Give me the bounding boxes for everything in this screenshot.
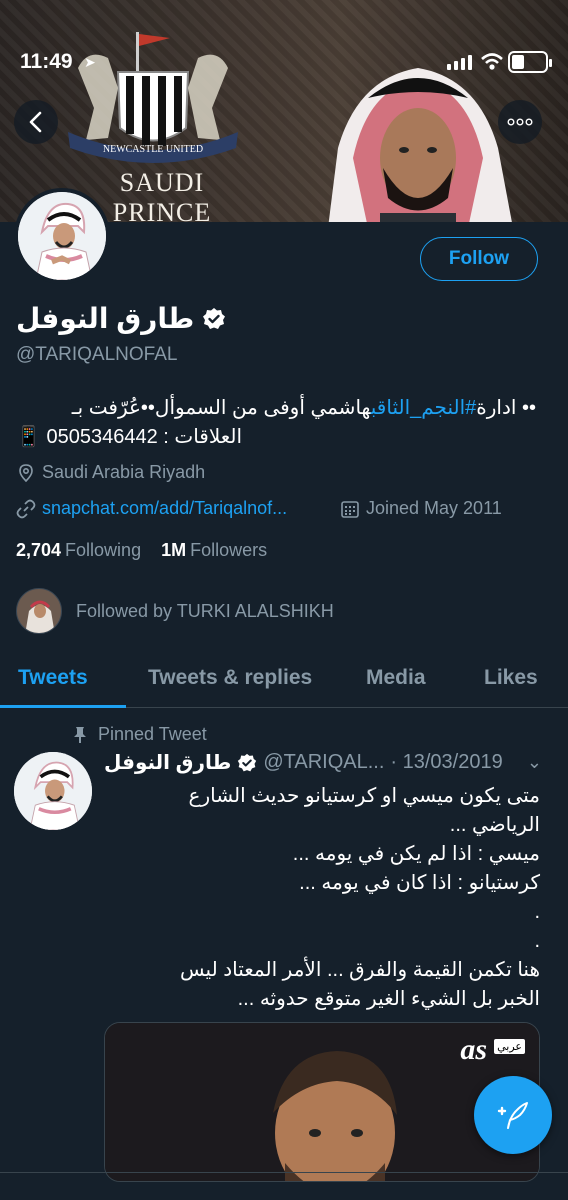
following-link[interactable]: 2,704 Following — [16, 540, 141, 561]
follow-button[interactable]: Follow — [420, 237, 538, 281]
tweet-line: الخبر بل الشيء الغير متوقع حدوثه ... — [237, 988, 540, 1010]
verified-badge-icon — [238, 753, 257, 771]
profile-display-name: طارق النوفل — [16, 303, 195, 334]
profile-website[interactable]: snapchat.com/add/Tariqalnof... — [16, 498, 287, 519]
followers-label: Followers — [190, 540, 268, 560]
followers-count: 1M — [161, 540, 187, 560]
tweet-line: . — [534, 930, 540, 952]
bottom-divider — [0, 1172, 568, 1173]
more-options-button[interactable] — [498, 100, 542, 144]
tweet-line: هنا تكمن القيمة والفرق ... الأمر المعتاد… — [180, 959, 540, 981]
bio-text-suffix: •• ادارة — [476, 397, 536, 419]
bio-text-prefix: هاشمي أوفى من السموأل••عُرّفت بـ — [71, 397, 371, 419]
bio-contact-text: 📱 0505346442 : العلاقات — [16, 426, 243, 448]
media-watermark-logo: as — [460, 1033, 487, 1066]
tweet-date[interactable]: · 13/03/2019 — [390, 751, 502, 774]
avatar-image — [18, 192, 106, 280]
tab-tweets-replies[interactable]: Tweets & replies — [148, 666, 312, 690]
tweet-author-avatar[interactable] — [14, 752, 92, 830]
active-tab-indicator — [0, 705, 126, 708]
tab-tweets[interactable]: Tweets — [18, 666, 88, 690]
pin-icon — [74, 726, 86, 743]
tweet-author-handle: @TARIQAL... — [263, 751, 385, 773]
profile-avatar[interactable] — [14, 188, 110, 284]
joined-text: Joined May 2011 — [366, 498, 502, 518]
bio-line-2: 📱 0505346442 : العلاقات — [16, 423, 536, 452]
tweet-line: متى يكون ميسي او كرستيانو حديث الشارع — [188, 785, 540, 807]
pinned-tweet-text: Pinned Tweet — [98, 724, 207, 744]
crest-text: NEWCASTLE UNITED — [103, 144, 203, 155]
following-label: Following — [65, 540, 142, 560]
profile-handle: @TARIQALNOFAL — [16, 344, 178, 365]
profile-name-row: طارق النوفل — [16, 302, 226, 335]
tweet-line: كرستيانو : اذا كان في يومه ... — [299, 872, 540, 894]
wifi-icon — [481, 53, 503, 70]
tweet-avatar-image — [14, 752, 92, 830]
followed-by-row[interactable]: Followed by TURKI ALALSHIKH — [16, 588, 334, 634]
tweet-line: . — [534, 901, 540, 923]
website-link[interactable]: snapchat.com/add/Tariqalnof... — [42, 498, 287, 519]
tweet-body: متى يكون ميسي او كرستيانو حديث الشارع ال… — [104, 782, 540, 1014]
chevron-left-icon — [29, 111, 42, 133]
bio-hashtag-link[interactable]: #النجم_الثاقب — [371, 397, 477, 419]
profile-location: Saudi Arabia Riyadh — [16, 462, 205, 483]
follow-counts: 2,704 Following 1M Followers — [16, 540, 267, 561]
status-time: 11:49 — [20, 50, 73, 73]
profile-banner[interactable]: NEWCASTLE UNITED SAUDI PRINCE — [0, 0, 568, 222]
location-pin-icon — [19, 463, 33, 482]
location-text: Saudi Arabia Riyadh — [42, 462, 206, 482]
tab-likes[interactable]: Likes — [484, 666, 538, 690]
followers-link[interactable]: 1M Followers — [161, 540, 267, 561]
profile-joined-date: Joined May 2011 — [340, 498, 502, 519]
calendar-icon — [341, 500, 359, 518]
cellular-signal-icon — [447, 54, 472, 70]
tweet-line: ميسي : اذا لم يكن في يومه ... — [292, 843, 540, 865]
compose-tweet-icon — [497, 1102, 528, 1129]
tweet-line: الرياضي ... — [449, 814, 540, 836]
compose-tweet-button[interactable] — [474, 1076, 552, 1154]
tab-media[interactable]: Media — [366, 666, 426, 690]
profile-bio: •• ادارة#النجم_الثاقبهاشمي أوفى من السمو… — [16, 394, 536, 452]
media-watermark-sub: عربي — [494, 1039, 525, 1054]
followed-by-text: Followed by TURKI ALALSHIKH — [76, 600, 334, 621]
pinned-tweet-label: Pinned Tweet — [72, 724, 207, 745]
tweet-media-image[interactable]: as عربي — [104, 1022, 540, 1182]
back-button[interactable] — [14, 100, 58, 144]
tweet-header: طارق النوفل @TARIQAL... · 13/03/2019 — [104, 750, 503, 775]
following-count: 2,704 — [16, 540, 62, 560]
followed-by-avatar — [16, 588, 62, 634]
tweet-menu-chevron-icon[interactable]: ⌄ — [527, 752, 542, 773]
profile-tabs: Tweets Tweets & replies Media Likes — [0, 654, 568, 708]
more-icon — [507, 118, 533, 126]
verified-badge-icon — [203, 307, 226, 329]
tweet-author-name[interactable]: طارق النوفل — [104, 750, 231, 775]
link-icon — [16, 499, 36, 518]
battery-icon — [508, 51, 552, 73]
bio-line-1: •• ادارة#النجم_الثاقبهاشمي أوفى من السمو… — [16, 394, 536, 423]
status-bar: 11:49 ➤ — [0, 46, 568, 82]
location-arrow-icon: ➤ — [84, 54, 96, 70]
